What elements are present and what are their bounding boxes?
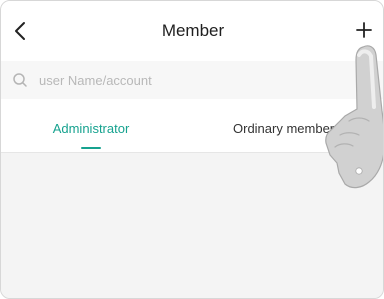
search-input[interactable] [39,72,339,88]
tab-administrator-label: Administrator [52,121,130,136]
member-screen: Member Administrator Ordinary member [0,0,384,299]
tab-administrator[interactable]: Administrator [19,99,163,153]
active-tab-indicator [81,147,101,149]
hand-pointer-icon [325,45,383,189]
search-icon [11,71,29,89]
